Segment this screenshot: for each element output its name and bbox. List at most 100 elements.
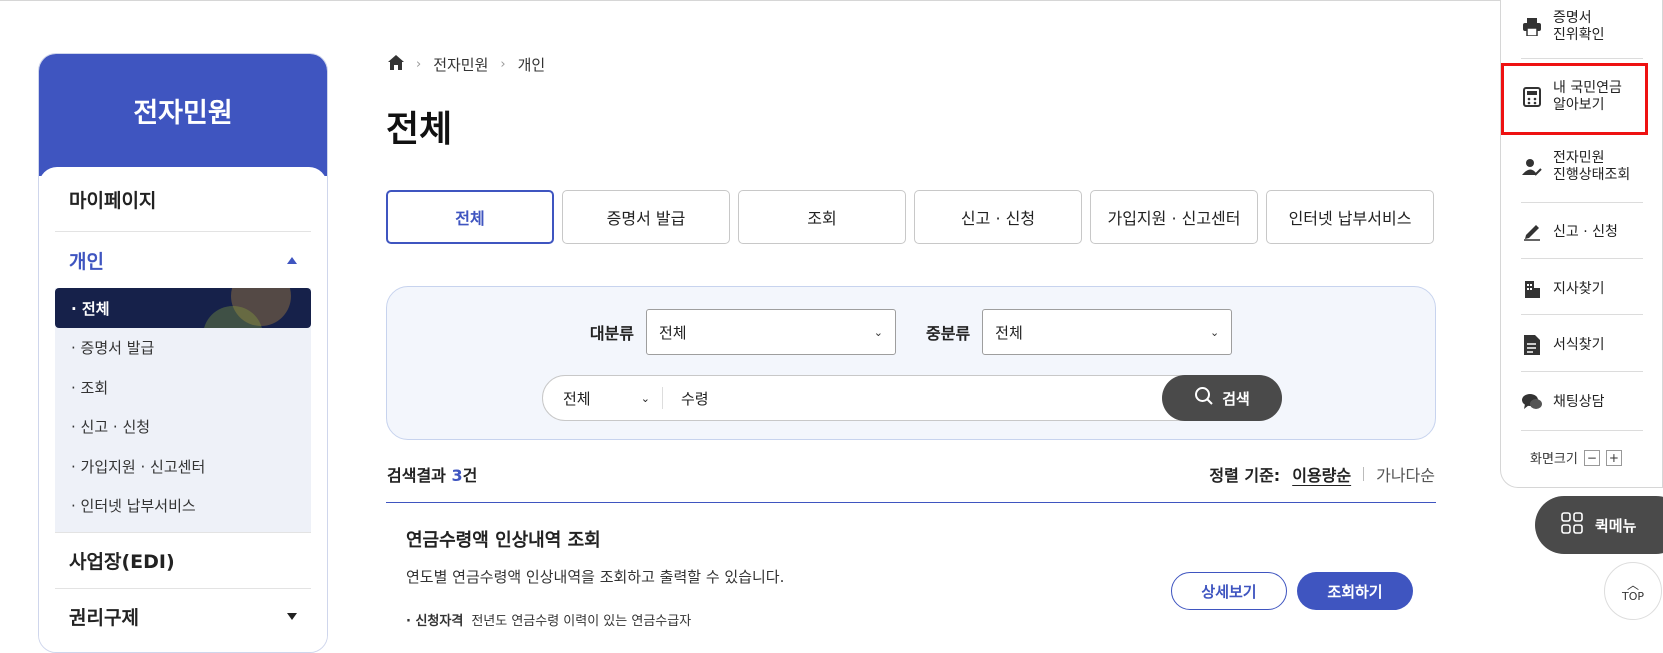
category-tabs: 전체 증명서 발급 조회 신고 · 신청 가입지원 · 신고센터 인터넷 납부서… bbox=[386, 190, 1434, 244]
result-count-number: 3 bbox=[451, 466, 463, 485]
building-icon bbox=[1521, 278, 1543, 300]
result-count: 검색결과 3건 bbox=[387, 462, 477, 486]
scroll-top-button[interactable]: ︿ TOP bbox=[1604, 562, 1662, 620]
quick-menu-button[interactable]: 퀵메뉴 bbox=[1535, 496, 1663, 554]
chevron-right-icon: › bbox=[500, 57, 506, 72]
submenu-item-all[interactable]: · 전체 bbox=[55, 288, 311, 328]
sidebar-item-edi[interactable]: 사업장(EDI) bbox=[55, 531, 311, 588]
submenu-item-payment[interactable]: · 인터넷 납부서비스 bbox=[55, 486, 311, 526]
quick-item-label: 신고 · 신청 bbox=[1553, 223, 1618, 240]
sort-by-alphabet[interactable]: 가나다순 bbox=[1376, 462, 1435, 486]
sort-by-usage[interactable]: 이용량순 bbox=[1292, 462, 1351, 486]
quick-item-report[interactable]: 신고 · 신청 bbox=[1521, 221, 1643, 243]
sort-options: 정렬 기준: 이용량순 가나다순 bbox=[1209, 462, 1435, 486]
tab-all[interactable]: 전체 bbox=[386, 190, 554, 244]
quick-item-certificate-verify[interactable]: 증명서 진위확인 bbox=[1521, 10, 1643, 44]
printer-icon bbox=[1521, 16, 1543, 38]
breadcrumb-item[interactable]: 전자민원 bbox=[433, 54, 488, 75]
caret-up-icon bbox=[287, 256, 297, 264]
document-icon bbox=[1521, 334, 1543, 356]
screen-size-label: 화면크기 bbox=[1530, 452, 1578, 467]
quick-item-form-finder[interactable]: 서식찾기 bbox=[1521, 334, 1643, 356]
divider bbox=[386, 502, 1436, 503]
filter-row: 대분류 전체 ⌄ 중분류 전체 ⌄ bbox=[387, 309, 1435, 355]
detail-button[interactable]: 상세보기 bbox=[1171, 572, 1287, 610]
search-bar: 전체 ⌄ 수령 검색 bbox=[542, 375, 1282, 421]
search-button-label: 검색 bbox=[1222, 389, 1250, 408]
divider bbox=[1521, 58, 1643, 59]
breadcrumb-item[interactable]: 개인 bbox=[518, 54, 546, 75]
search-scope-select[interactable]: 전체 ⌄ bbox=[543, 387, 663, 409]
quick-item-branch-finder[interactable]: 지사찾기 bbox=[1521, 278, 1643, 300]
sidebar-item-personal[interactable]: 개인 bbox=[55, 232, 311, 288]
tab-payment[interactable]: 인터넷 납부서비스 bbox=[1266, 190, 1434, 244]
result-item-title[interactable]: 연금수령액 인상내역 조회 bbox=[406, 526, 601, 552]
zoom-in-button[interactable]: + bbox=[1605, 449, 1622, 466]
result-item-eligibility: · 신청자격 전년도 연금수령 이력이 있는 연금수급자 bbox=[406, 610, 691, 629]
select-value: 전체 bbox=[659, 323, 687, 342]
quick-item-line2: 진위확인 bbox=[1553, 27, 1605, 43]
result-item-description: 연도별 연금수령액 인상내역을 조회하고 출력할 수 있습니다. bbox=[406, 568, 785, 586]
submenu-item-inquiry[interactable]: · 조회 bbox=[55, 368, 311, 408]
search-button[interactable]: 검색 bbox=[1162, 375, 1282, 421]
breadcrumb: › 전자민원 › 개인 bbox=[388, 54, 545, 75]
minor-category-label: 중분류 bbox=[926, 324, 971, 343]
sidebar-item-mypage[interactable]: 마이페이지 bbox=[55, 167, 311, 232]
chevron-down-icon: ⌄ bbox=[640, 391, 650, 405]
quick-item-line1: 전자민원 bbox=[1553, 150, 1605, 166]
person-edit-icon bbox=[1521, 156, 1543, 178]
select-value: 전체 bbox=[995, 323, 1023, 342]
quick-item-label: 전자민원 진행상태조회 bbox=[1553, 150, 1630, 184]
chevron-down-icon: ⌄ bbox=[1209, 325, 1220, 339]
grid-icon bbox=[1561, 512, 1583, 538]
sidebar-menu: 마이페이지 개인 · 전체 · 증명서 발급 · 조회 · 신고 · 신청 · … bbox=[39, 167, 327, 652]
eligibility-value: 전년도 연금수령 이력이 있는 연금수급자 bbox=[471, 614, 692, 629]
sidebar-title: 전자민원 bbox=[39, 54, 327, 176]
submenu-item-certificate[interactable]: · 증명서 발급 bbox=[55, 328, 311, 368]
home-icon[interactable] bbox=[388, 55, 404, 74]
major-category-label: 대분류 bbox=[589, 324, 634, 343]
submenu-item-support[interactable]: · 가입지원 · 신고센터 bbox=[55, 447, 311, 487]
divider bbox=[1363, 467, 1365, 481]
result-count-suffix: 건 bbox=[462, 466, 478, 485]
search-icon bbox=[1194, 386, 1214, 410]
sidebar-item-label: 권리구제 bbox=[69, 606, 139, 629]
quick-item-line1: 증명서 bbox=[1553, 10, 1592, 26]
submenu-item-report[interactable]: · 신고 · 신청 bbox=[55, 407, 311, 447]
tab-report[interactable]: 신고 · 신청 bbox=[914, 190, 1082, 244]
submenu-label: · 전체 bbox=[71, 299, 110, 318]
divider bbox=[1521, 371, 1643, 372]
top-border bbox=[0, 0, 1663, 3]
major-category-select[interactable]: 전체 ⌄ bbox=[646, 309, 896, 355]
sidebar-item-label: 개인 bbox=[69, 250, 104, 273]
chevron-up-icon: ︿ bbox=[1626, 577, 1639, 592]
quick-item-label: 채팅상담 bbox=[1553, 393, 1605, 410]
quick-item-status-inquiry[interactable]: 전자민원 진행상태조회 bbox=[1521, 150, 1643, 184]
quick-item-label: 증명서 진위확인 bbox=[1553, 10, 1605, 44]
tab-support[interactable]: 가입지원 · 신고센터 bbox=[1090, 190, 1258, 244]
sidebar-submenu: · 전체 · 증명서 발급 · 조회 · 신고 · 신청 · 가입지원 · 신고… bbox=[55, 288, 311, 532]
eligibility-label: · 신청자격 bbox=[406, 614, 464, 629]
tab-certificate[interactable]: 증명서 발급 bbox=[562, 190, 730, 244]
tab-inquiry[interactable]: 조회 bbox=[738, 190, 906, 244]
select-value: 전체 bbox=[563, 389, 591, 408]
divider bbox=[1521, 202, 1643, 203]
page-title: 전체 bbox=[386, 109, 453, 150]
query-button[interactable]: 조회하기 bbox=[1297, 572, 1413, 610]
highlight-box bbox=[1501, 63, 1648, 135]
sidebar: 전자민원 마이페이지 개인 · 전체 · 증명서 발급 · 조회 · 신고 · … bbox=[38, 53, 328, 653]
result-count-prefix: 검색결과 bbox=[387, 466, 452, 485]
top-label: TOP bbox=[1621, 589, 1644, 603]
sidebar-item-label: 사업장(EDI) bbox=[69, 550, 175, 573]
screen-size-control: 화면크기 − + bbox=[1530, 448, 1622, 467]
quick-item-chat[interactable]: 채팅상담 bbox=[1521, 391, 1643, 413]
quick-menu-label: 퀵메뉴 bbox=[1595, 516, 1637, 535]
zoom-out-button[interactable]: − bbox=[1583, 449, 1600, 466]
divider bbox=[1521, 430, 1643, 431]
sidebar-item-rights[interactable]: 권리구제 bbox=[55, 587, 311, 644]
quick-item-line2: 진행상태조회 bbox=[1553, 167, 1631, 183]
quick-item-label: 서식찾기 bbox=[1553, 336, 1605, 353]
minor-category-select[interactable]: 전체 ⌄ bbox=[982, 309, 1233, 355]
sort-label: 정렬 기준: bbox=[1209, 466, 1281, 485]
divider bbox=[1521, 258, 1643, 259]
